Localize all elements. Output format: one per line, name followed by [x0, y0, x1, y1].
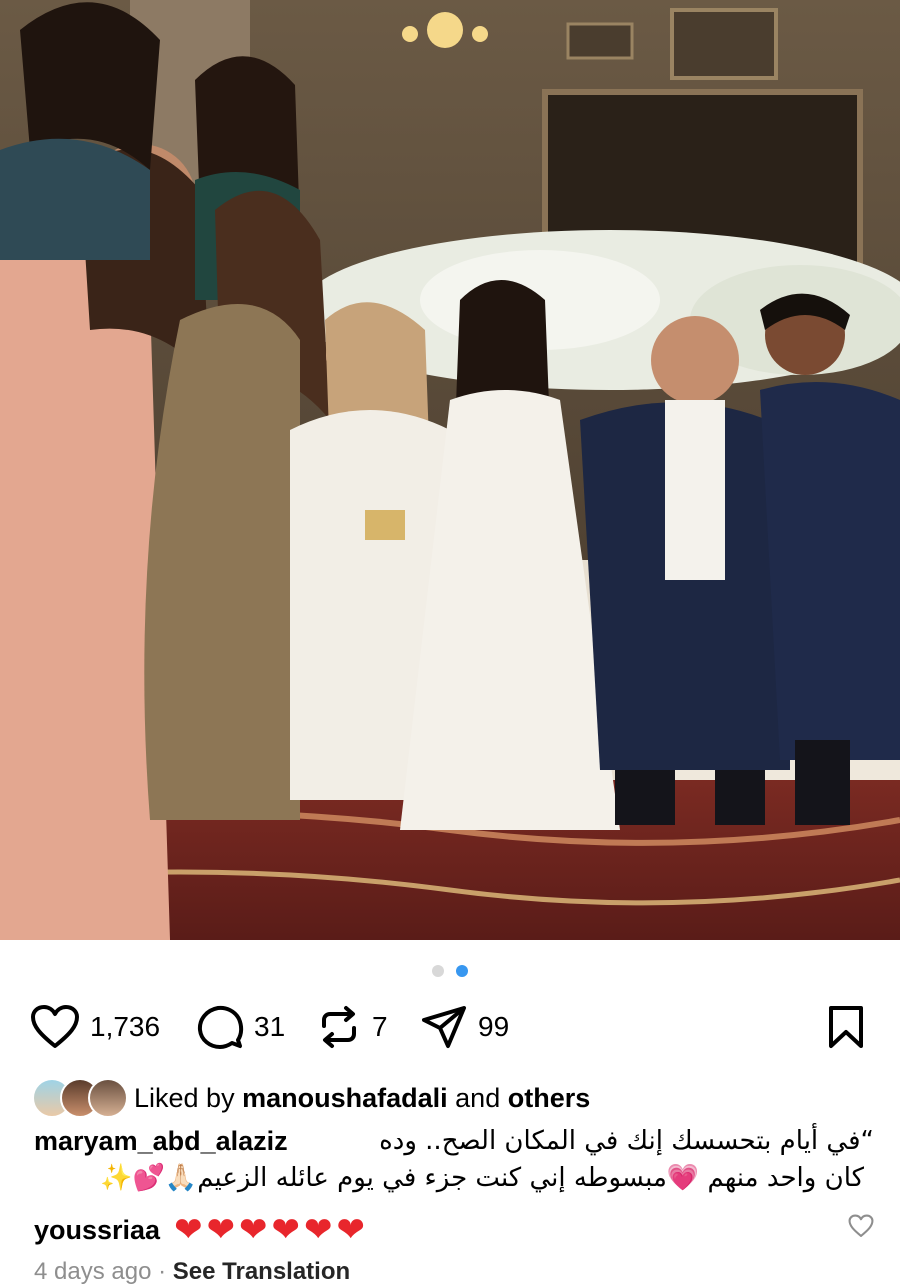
- post-meta: 4 days ago · See Translation: [34, 1258, 350, 1286]
- caption-text-line2: كان واحد منهم 💗مبسوطه إني كنت جزء في يوم…: [100, 1163, 864, 1193]
- likes-count: 1,736: [90, 1011, 161, 1042]
- caption-username[interactable]: maryam_abd_alaziz: [34, 1126, 288, 1157]
- bookmark-icon: [829, 1006, 863, 1048]
- liked-by-row[interactable]: Liked by manoushafadali and others: [32, 1078, 590, 1118]
- avatar: [88, 1078, 128, 1118]
- carousel-indicator: [0, 964, 900, 982]
- post-time: 4 days ago: [34, 1258, 152, 1285]
- comment-button[interactable]: 31: [196, 1004, 285, 1050]
- repost-icon: [322, 1006, 356, 1048]
- comment-like-button[interactable]: [848, 1214, 874, 1243]
- comment-row: youssriaa ❤❤❤❤❤❤: [34, 1208, 874, 1252]
- repost-button[interactable]: 7: [316, 1004, 388, 1050]
- liked-by-others[interactable]: others: [508, 1083, 591, 1113]
- post-action-bar: 1,736 31 7 99: [0, 1000, 900, 1058]
- liked-by-prefix: Liked by: [134, 1082, 235, 1113]
- caption-text-line1: “في أيام بتحسسك إنك في المكان الصح.. وده: [379, 1126, 874, 1156]
- carousel-dot-2-active: [456, 965, 469, 977]
- comments-count: 31: [254, 1011, 286, 1042]
- meta-separator: ·: [158, 1258, 167, 1285]
- comment-icon: [197, 1005, 244, 1049]
- liked-by-text: Liked by manoushafadali and others: [134, 1083, 590, 1114]
- heart-outline-icon: [848, 1214, 874, 1237]
- save-button[interactable]: [826, 1004, 866, 1055]
- liked-by-user[interactable]: manoushafadali: [242, 1083, 448, 1113]
- see-translation-link[interactable]: See Translation: [173, 1258, 350, 1285]
- shares-count: 99: [478, 1011, 510, 1042]
- liker-avatars: [32, 1078, 128, 1118]
- send-icon: [422, 1006, 466, 1048]
- reposts-count: 7: [372, 1011, 388, 1042]
- family-photo-image: [0, 0, 900, 940]
- carousel-dot-1: [431, 965, 444, 977]
- post-photo[interactable]: [0, 0, 900, 940]
- liked-by-and: and: [455, 1082, 501, 1113]
- comment-username[interactable]: youssriaa: [34, 1215, 160, 1246]
- comment-text: ❤❤❤❤❤❤: [174, 1211, 370, 1249]
- caption: maryam_abd_alaziz “في أيام بتحسسك إنك في…: [34, 1126, 874, 1166]
- share-button[interactable]: 99: [420, 1004, 509, 1050]
- heart-icon: [31, 1005, 79, 1048]
- like-button[interactable]: 1,736: [30, 1004, 160, 1050]
